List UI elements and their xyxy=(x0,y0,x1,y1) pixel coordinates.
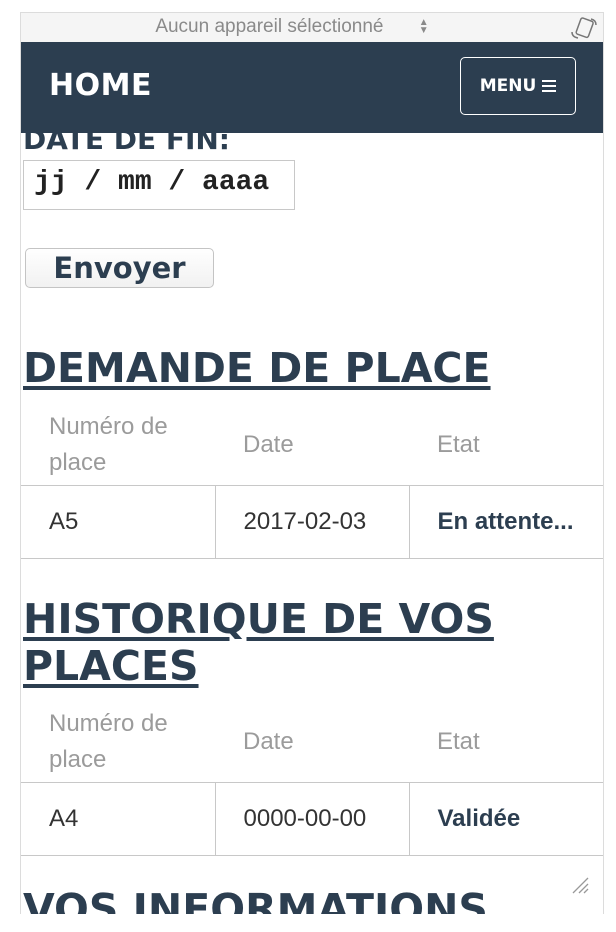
menu-button[interactable]: MENU xyxy=(460,57,576,115)
cell-state: Validée xyxy=(408,782,603,856)
viewport-bottom-edge xyxy=(20,914,604,932)
history-table: Numéro de place Date Etat A4 0000-00-00 … xyxy=(21,702,603,856)
requests-table: Numéro de place Date Etat A5 2017-02-03 … xyxy=(21,405,603,559)
device-toolbar: Aucun appareil sélectionné ▲ ▼ xyxy=(20,12,604,42)
column-header-place: Numéro de place xyxy=(49,413,168,476)
cell-date: 0000-00-00 xyxy=(214,782,410,856)
menu-button-label: MENU xyxy=(479,76,537,96)
cell-date: 2017-02-03 xyxy=(214,485,410,559)
hamburger-icon xyxy=(542,77,557,95)
device-selector[interactable]: Aucun appareil sélectionné ▲ ▼ xyxy=(21,16,563,38)
column-header-date: Date xyxy=(243,728,294,755)
requests-title: DEMANDE DE PLACE xyxy=(23,344,491,392)
info-title: VOS INFORMATIONS xyxy=(23,885,488,915)
table-header-row: Numéro de place Date Etat xyxy=(21,405,603,486)
device-selector-label: Aucun appareil sélectionné xyxy=(155,16,384,37)
table-header-row: Numéro de place Date Etat xyxy=(21,702,603,783)
cell-place: A4 xyxy=(21,782,216,856)
table-row: A5 2017-02-03 En attente... xyxy=(21,485,603,559)
navbar: HOME MENU xyxy=(21,42,603,133)
rotate-device-icon[interactable] xyxy=(569,16,597,40)
brand-home-link[interactable]: HOME xyxy=(49,68,152,103)
mobile-viewport: HOME MENU DATE DE FIN: jj / mm / aaaa En… xyxy=(20,42,604,914)
submit-button[interactable]: Envoyer xyxy=(25,248,214,288)
column-header-date: Date xyxy=(243,431,294,458)
column-header-state: Etat xyxy=(437,431,480,458)
history-title: HISTORIQUE DE VOS PLACES xyxy=(23,595,494,690)
cell-place: A5 xyxy=(21,485,216,559)
column-header-state: Etat xyxy=(437,728,480,755)
table-row: A4 0000-00-00 Validée xyxy=(21,782,603,856)
resize-grip-icon[interactable] xyxy=(571,876,589,894)
column-header-place: Numéro de place xyxy=(49,710,168,773)
end-date-input[interactable]: jj / mm / aaaa xyxy=(23,160,295,210)
cell-state: En attente... xyxy=(408,485,603,559)
end-date-label: DATE DE FIN: xyxy=(23,123,231,156)
updown-arrows-icon: ▲ ▼ xyxy=(418,16,429,36)
